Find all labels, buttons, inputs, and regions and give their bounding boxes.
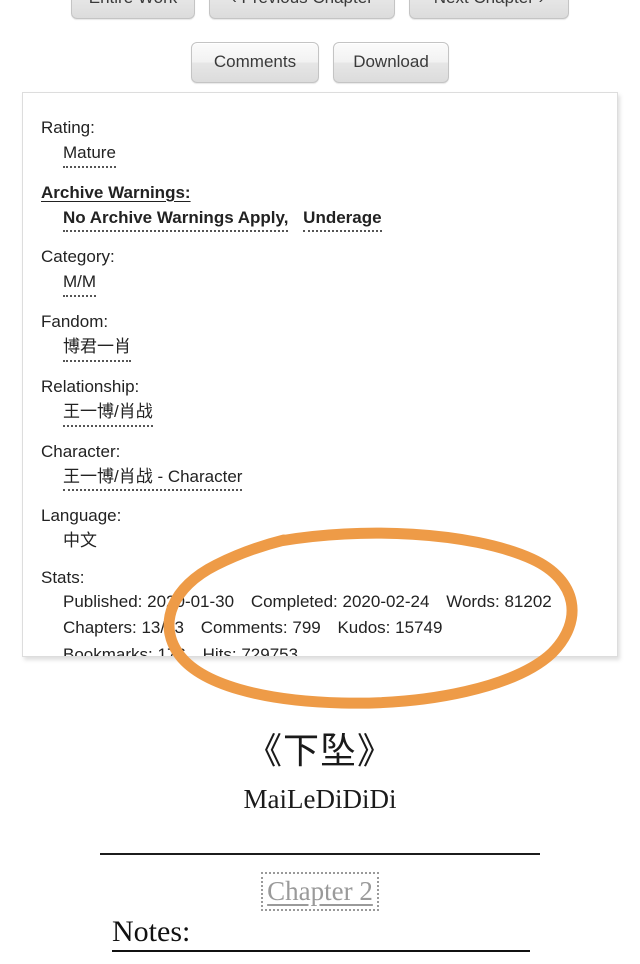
relationship-values: 王一博/肖战 bbox=[41, 400, 599, 427]
stat-key: Published: bbox=[63, 592, 148, 612]
stat-key: Kudos: bbox=[337, 618, 396, 638]
notes-heading: Notes: bbox=[112, 915, 191, 948]
stat-item: Completed: 2020-02-24 bbox=[251, 592, 430, 611]
stat-item: Comments: 799 bbox=[201, 618, 321, 637]
category-values: M/M bbox=[41, 270, 599, 298]
work-meta-card: Rating: Mature Archive Warnings: No Arch… bbox=[22, 92, 618, 657]
stat-value: 2020-02-24 bbox=[342, 592, 430, 612]
category-tag[interactable]: M/M bbox=[63, 270, 97, 298]
stat-item: Published: 2020-01-30 bbox=[63, 592, 234, 611]
meta-language: Language: 中文 bbox=[41, 505, 599, 554]
chapter-nav-primary: Entire Work ‹ Previous Chapter Next Chap… bbox=[0, 0, 640, 19]
archive-warning-tag[interactable]: Underage bbox=[303, 206, 382, 233]
previous-chapter-button[interactable]: ‹ Previous Chapter bbox=[209, 0, 395, 19]
stat-key: Hits: bbox=[202, 644, 242, 657]
stat-key: Bookmarks: bbox=[63, 644, 158, 657]
entire-work-button[interactable]: Entire Work bbox=[71, 0, 195, 19]
stat-key: Words: bbox=[446, 592, 505, 612]
work-title: 《下坠》 bbox=[245, 731, 394, 771]
relationship-label: Relationship: bbox=[41, 376, 140, 396]
meta-stats: Stats: Published: 2020-01-30 Completed: … bbox=[41, 568, 599, 657]
title-divider bbox=[100, 853, 540, 855]
rating-values: Mature bbox=[41, 141, 599, 168]
stat-key: Comments: bbox=[200, 618, 293, 638]
category-label: Category: bbox=[41, 247, 115, 267]
stat-value[interactable]: 176 bbox=[157, 645, 185, 656]
download-button[interactable]: Download bbox=[333, 42, 449, 83]
chapter-link[interactable]: Chapter 2 bbox=[261, 872, 379, 911]
stat-item: Hits: 729753 bbox=[202, 644, 299, 657]
character-tag[interactable]: 王一博/肖战 - Character bbox=[63, 465, 243, 492]
meta-category: Category: M/M bbox=[41, 246, 599, 298]
meta-relationship: Relationship: 王一博/肖战 bbox=[41, 376, 599, 427]
meta-rating: Rating: Mature bbox=[41, 117, 599, 168]
stat-item: Kudos: 15749 bbox=[337, 618, 442, 637]
character-values: 王一博/肖战 - Character bbox=[41, 465, 599, 492]
language-value: 中文 bbox=[63, 531, 97, 551]
relationship-tag[interactable]: 王一博/肖战 bbox=[63, 400, 153, 427]
meta-character: Character: 王一博/肖战 - Character bbox=[41, 441, 599, 492]
meta-fandom: Fandom: 博君一肖 bbox=[41, 311, 599, 362]
stats-label: Stats: bbox=[41, 568, 85, 588]
language-values: 中文 bbox=[41, 529, 599, 554]
meta-archive-warnings: Archive Warnings: No Archive Warnings Ap… bbox=[41, 182, 599, 233]
next-chapter-button[interactable]: Next Chapter › bbox=[409, 0, 569, 19]
stat-value: 81202 bbox=[504, 592, 552, 612]
stat-item: Words: 81202 bbox=[446, 592, 552, 611]
stat-value: 729753 bbox=[241, 644, 299, 657]
archive-warning-tag[interactable]: No Archive Warnings Apply, bbox=[63, 206, 289, 233]
stat-key: Chapters: bbox=[63, 618, 142, 638]
stat-value: 799 bbox=[292, 618, 321, 638]
stats-body: Published: 2020-01-30 Completed: 2020-02… bbox=[41, 589, 569, 657]
archive-warnings-values: No Archive Warnings Apply, Underage bbox=[41, 206, 599, 233]
stat-value: 13/13 bbox=[141, 618, 184, 638]
stat-key: Completed: bbox=[250, 592, 343, 612]
character-label: Character: bbox=[41, 441, 121, 461]
fandom-tag[interactable]: 博君一肖 bbox=[63, 335, 131, 362]
chapter-nav-secondary: Comments Download bbox=[0, 42, 640, 83]
stat-item: Chapters: 13/13 bbox=[63, 618, 184, 637]
chapter-link-container: Chapter 2 bbox=[0, 872, 640, 911]
stat-item: Bookmarks: 176 bbox=[63, 644, 186, 657]
notes-rule bbox=[112, 950, 530, 952]
language-label: Language: bbox=[41, 506, 122, 526]
rating-tag[interactable]: Mature bbox=[63, 141, 116, 168]
fandom-label: Fandom: bbox=[41, 312, 109, 332]
fandom-values: 博君一肖 bbox=[41, 335, 599, 362]
stat-value: 2020-01-30 bbox=[147, 592, 235, 612]
comments-button[interactable]: Comments bbox=[191, 42, 319, 83]
archive-warnings-label: Archive Warnings: bbox=[41, 182, 191, 202]
rating-label: Rating: bbox=[41, 118, 95, 137]
work-author[interactable]: MaiLeDiDiDi bbox=[0, 784, 640, 815]
stat-value: 15749 bbox=[395, 618, 443, 638]
